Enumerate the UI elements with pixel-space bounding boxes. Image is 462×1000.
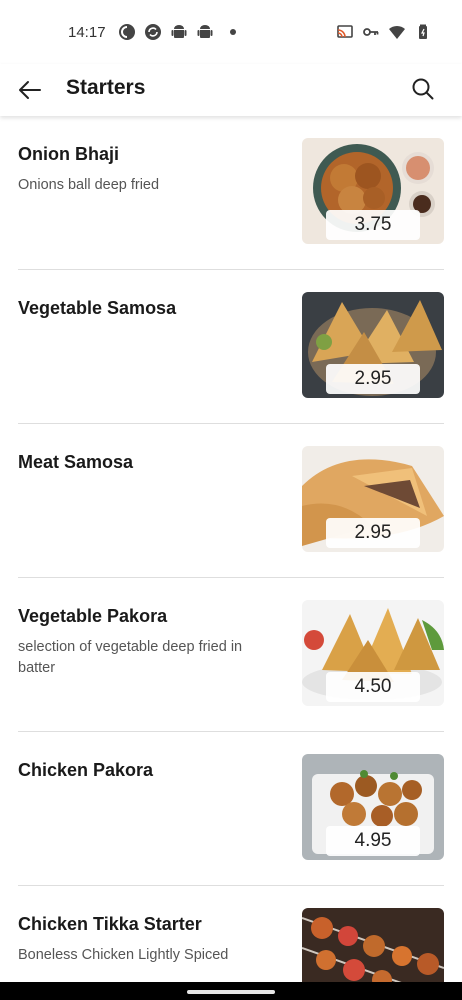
status-right-icons [336, 23, 432, 41]
menu-list: Onion Bhaji Onions ball deep fried 3.75 … [0, 116, 462, 982]
vpn-key-icon [362, 23, 380, 41]
price-badge: 4.95 [326, 826, 420, 856]
menu-item[interactable]: Vegetable Pakora selection of vegetable … [18, 578, 444, 732]
menu-item[interactable]: Chicken Tikka Starter Boneless Chicken L… [18, 886, 444, 982]
item-description: selection of vegetable deep fried in bat… [18, 639, 243, 676]
app-bar: Starters [0, 64, 462, 116]
onion-bhaji-image: 3.75 [302, 138, 444, 244]
status-left-icons [118, 23, 236, 41]
item-name: Vegetable Pakora [18, 606, 168, 626]
menu-item[interactable]: Onion Bhaji Onions ball deep fried 3.75 [18, 116, 444, 270]
menu-item[interactable]: Vegetable Samosa 2.95 [18, 270, 444, 424]
pocket-casts-icon [118, 23, 136, 41]
wifi-icon [388, 23, 406, 41]
status-bar: 14:17 [0, 0, 462, 64]
battery-icon [414, 23, 432, 41]
price-badge: 3.75 [326, 210, 420, 240]
item-name: Chicken Tikka Starter [18, 914, 202, 934]
search-button[interactable] [410, 76, 436, 102]
vegetable-pakora-image: 4.50 [302, 600, 444, 706]
navigation-bar [0, 982, 462, 1000]
status-time: 14:17 [68, 24, 106, 41]
menu-item[interactable]: Meat Samosa 2.95 [18, 424, 444, 578]
home-gesture-handle[interactable] [187, 990, 275, 994]
chicken-pakora-image: 4.95 [302, 754, 444, 860]
price-badge: 2.95 [326, 364, 420, 394]
chicken-tikka-image [302, 908, 444, 982]
back-button[interactable] [16, 76, 44, 104]
item-name: Onion Bhaji [18, 144, 119, 164]
dot-icon [230, 29, 236, 35]
android-icon [170, 23, 188, 41]
search-icon [412, 78, 434, 100]
page-title: Starters [66, 76, 146, 99]
item-description: Boneless Chicken Lightly Spiced [18, 947, 229, 963]
meat-samosa-image: 2.95 [302, 446, 444, 552]
vegetable-samosa-image: 2.95 [302, 292, 444, 398]
price-badge: 2.95 [326, 518, 420, 548]
menu-item[interactable]: Chicken Pakora 4.95 [18, 732, 444, 886]
price-badge: 4.50 [326, 672, 420, 702]
item-name: Chicken Pakora [18, 760, 154, 780]
android-icon [196, 23, 214, 41]
item-description: Onions ball deep fried [18, 177, 160, 193]
item-name: Meat Samosa [18, 452, 134, 472]
arrow-left-icon [19, 81, 41, 99]
item-name: Vegetable Samosa [18, 298, 177, 318]
sync-icon [144, 23, 162, 41]
cast-icon [336, 23, 354, 41]
